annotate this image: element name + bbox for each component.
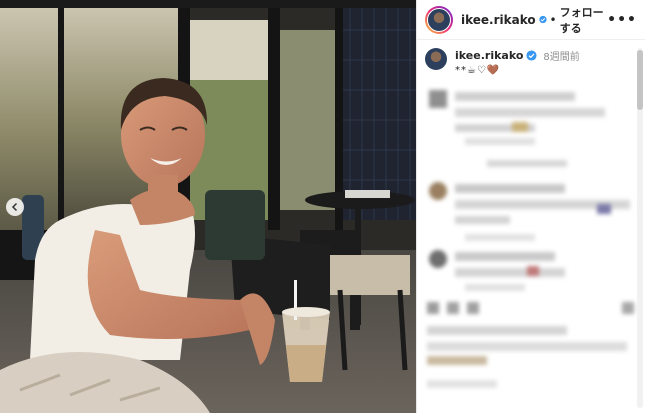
caption-avatar[interactable] <box>425 48 447 70</box>
comment-meta <box>465 138 535 145</box>
like-icon[interactable] <box>427 302 439 314</box>
more-options-icon[interactable]: ••• <box>607 12 637 28</box>
scrollbar-thumb[interactable] <box>637 50 643 110</box>
header-separator: • <box>549 12 557 27</box>
comment-text <box>455 268 565 277</box>
post-photo[interactable] <box>0 0 416 413</box>
caption: ikee.rikako 8週間前 **☕♡🤎 <box>417 40 645 76</box>
likes-avatars <box>427 356 487 365</box>
comment-text <box>455 108 605 117</box>
cafe-scene-image <box>0 0 416 413</box>
header-username[interactable]: ikee.rikako <box>461 13 536 27</box>
comment-text <box>455 252 555 261</box>
follow-button[interactable]: フォローする <box>560 4 608 36</box>
likes-count[interactable] <box>427 326 567 335</box>
comment-avatar[interactable] <box>429 90 447 108</box>
comment-icon[interactable] <box>447 302 459 314</box>
comment-emoji <box>512 122 528 132</box>
comment-emoji <box>527 266 539 276</box>
comment-text <box>455 184 565 193</box>
avatar[interactable] <box>427 7 451 32</box>
comment-text <box>455 216 510 224</box>
instagram-post: ikee.rikako • フォローする ••• ikee.rikako 8週間… <box>0 0 645 413</box>
comments-list <box>417 80 645 413</box>
view-replies[interactable] <box>487 160 567 167</box>
post-header: ikee.rikako • フォローする ••• <box>417 0 645 40</box>
post-side-panel: ikee.rikako • フォローする ••• ikee.rikako 8週間… <box>416 0 645 413</box>
verified-badge-icon <box>538 15 547 24</box>
comment-meta <box>465 284 525 291</box>
verified-badge-icon <box>526 50 537 61</box>
comment-text <box>455 92 575 101</box>
story-ring[interactable] <box>425 5 453 34</box>
caption-text: **☕♡🤎 <box>455 65 501 76</box>
comment-meta <box>465 234 535 241</box>
comment-avatar[interactable] <box>429 182 447 200</box>
bookmark-icon[interactable] <box>622 302 634 314</box>
previous-image-button[interactable] <box>6 198 24 216</box>
share-icon[interactable] <box>467 302 479 314</box>
caption-time[interactable]: 8週間前 <box>543 48 579 63</box>
post-date <box>427 380 497 388</box>
chevron-left-icon <box>11 202 18 212</box>
comment-emoji <box>597 204 611 214</box>
comment-avatar[interactable] <box>429 250 447 268</box>
caption-username[interactable]: ikee.rikako <box>455 49 523 62</box>
likes-text <box>427 342 627 351</box>
